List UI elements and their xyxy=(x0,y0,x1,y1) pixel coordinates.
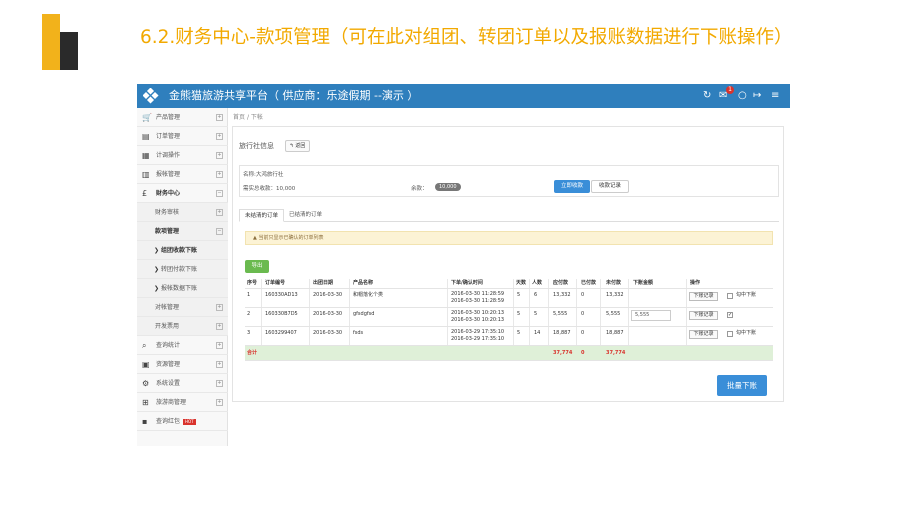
total-receivable: 需实总收款：10,000 xyxy=(243,186,296,192)
sidebar-item-reports[interactable]: ▥ 报帐管理 + xyxy=(137,165,228,184)
plan-icon: ▦ xyxy=(142,151,150,160)
resource-icon: ▣ xyxy=(142,360,150,369)
warning-alert: ▲ 当前只显示已确认的订单列表 xyxy=(245,231,773,245)
collapse-icon[interactable]: − xyxy=(216,228,223,235)
chevron-right-icon: ❯ xyxy=(154,285,160,292)
write-off-record-button[interactable]: 下账记录 xyxy=(689,292,718,301)
write-off-record-button[interactable]: 下账记录 xyxy=(689,311,718,320)
write-off-record-button[interactable]: 下账记录 xyxy=(689,330,718,339)
expand-icon[interactable]: + xyxy=(216,361,223,368)
app-window: 金熊猫旅游共享平台（ 供应商：乐途假期 --演示 ） ↻ ✉ 1 ○ ↦ ≡ 🛒… xyxy=(137,84,790,446)
app-title: 金熊猫旅游共享平台（ 供应商：乐途假期 --演示 ） xyxy=(169,89,419,102)
expand-icon[interactable]: + xyxy=(216,133,223,140)
sidebar-item-query-stats[interactable]: ⌕ 查询统计 + xyxy=(137,336,228,355)
expand-icon[interactable]: + xyxy=(216,209,223,216)
slide-logo-black xyxy=(60,32,78,70)
table-header: 序号 订单编号 出团日期 产品名称 下单/确认时间 天数 人数 应付款 已付款 … xyxy=(245,279,773,289)
order-icon: ▤ xyxy=(142,132,150,141)
write-off-checkbox[interactable] xyxy=(727,331,733,337)
sidebar-item-group-receipt[interactable]: ❯ 组团收款下账 xyxy=(137,241,228,260)
sidebar-item-agency-management[interactable]: ⊞ 旅游商管理 + xyxy=(137,393,228,412)
sidebar-item-system-settings[interactable]: ⚙ 系统设置 + xyxy=(137,374,228,393)
balance-badge: 10,000 xyxy=(435,183,461,191)
write-off-checkbox[interactable]: ✓ xyxy=(727,312,733,318)
table-row: 1 160330AD13 2016-03-30 和帽落化个类 2016-03-3… xyxy=(245,289,773,308)
settings-icon: ⚙ xyxy=(142,379,150,388)
expand-icon[interactable]: + xyxy=(216,152,223,159)
expand-icon[interactable]: + xyxy=(216,399,223,406)
table-row: 2 160330B7D5 2016-03-30 gfsdgfsd 2016-03… xyxy=(245,308,773,327)
expand-icon[interactable]: + xyxy=(216,342,223,349)
back-arrow-icon: ↰ xyxy=(289,143,294,149)
top-bar: 金熊猫旅游共享平台（ 供应商：乐途假期 --演示 ） ↻ ✉ 1 ○ ↦ ≡ xyxy=(137,84,790,108)
warning-icon: ▲ xyxy=(253,235,257,241)
balance-label: 余款： xyxy=(411,186,428,192)
expand-icon[interactable]: + xyxy=(216,114,223,121)
expand-icon[interactable]: + xyxy=(216,323,223,330)
sidebar-item-transfer-payment[interactable]: ❯ 转团付款下账 xyxy=(137,260,228,279)
write-off-amount-input[interactable]: 5,555 xyxy=(631,310,671,321)
sidebar-item-invoice[interactable]: 开发票用 + xyxy=(137,317,228,336)
expand-icon[interactable]: + xyxy=(216,171,223,178)
back-button[interactable]: ↰ 返回 xyxy=(285,140,310,152)
chevron-right-icon: ❯ xyxy=(154,247,160,254)
tab-settled[interactable]: 已结清的订单 xyxy=(284,209,327,222)
hot-badge: HOT xyxy=(183,418,196,425)
receive-now-button[interactable]: 立即收款 xyxy=(554,180,590,193)
sidebar-item-resources[interactable]: ▣ 资源管理 + xyxy=(137,355,228,374)
orders-table: 序号 订单编号 出团日期 产品名称 下单/确认时间 天数 人数 应付款 已付款 … xyxy=(245,279,773,367)
brand-logo-icon xyxy=(143,88,159,104)
sidebar-item-report-data[interactable]: ❯ 报帐数据下账 xyxy=(137,279,228,298)
slide-title: 6.2.财务中心-款项管理（可在此对组团、转团订单以及报账数据进行下账操作） xyxy=(140,27,793,48)
main-panel: 旅行社信息 ↰ 返回 名称:大鸿旅行社 需实总收款：10,000 余款： 10,… xyxy=(232,126,784,402)
breadcrumb-current: 下帐 xyxy=(250,114,263,121)
table-row: 3 1603299407 2016-03-30 fsds 2016-03-29 … xyxy=(245,327,773,346)
tab-unsettled[interactable]: 未结清的订单 xyxy=(239,209,285,222)
breadcrumb-home[interactable]: 首页 xyxy=(233,114,245,121)
cart-icon: 🛒 xyxy=(142,113,152,122)
chat-icon[interactable]: ○ xyxy=(738,89,747,103)
sidebar: 🛒 产品管理 + ▤ 订单管理 + ▦ 计调操作 + ▥ 报帐管理 + £ 财务… xyxy=(137,108,228,446)
panel-title: 旅行社信息 xyxy=(239,142,274,150)
sidebar-item-finance[interactable]: £ 财务中心 − xyxy=(137,184,228,203)
search-icon: ⌕ xyxy=(142,341,147,350)
logout-icon[interactable]: ↦ xyxy=(753,89,761,103)
sidebar-item-orders[interactable]: ▤ 订单管理 + xyxy=(137,127,228,146)
refresh-icon[interactable]: ↻ xyxy=(703,89,711,103)
receipt-records-button[interactable]: 收款记录 xyxy=(591,180,629,193)
sidebar-item-finance-audit[interactable]: 财务审核 + xyxy=(137,203,228,222)
sidebar-item-payment-management[interactable]: 款项管理 − xyxy=(137,222,228,241)
sidebar-item-planning[interactable]: ▦ 计调操作 + xyxy=(137,146,228,165)
agency-name: 名称:大鸿旅行社 xyxy=(243,172,284,178)
breadcrumb: 首页 / 下帐 xyxy=(233,114,263,121)
table-total-row: 合计 37,774 0 37,774 xyxy=(245,346,773,361)
expand-icon[interactable]: + xyxy=(216,380,223,387)
notification-badge: 1 xyxy=(726,86,734,94)
menu-icon[interactable]: ≡ xyxy=(771,89,779,103)
write-off-checkbox[interactable] xyxy=(727,293,733,299)
order-tabs: 未结清的订单 已结清的订单 xyxy=(239,209,779,222)
export-button[interactable]: 导出 xyxy=(245,260,269,273)
sidebar-item-products[interactable]: 🛒 产品管理 + xyxy=(137,108,228,127)
collapse-icon[interactable]: − xyxy=(216,190,223,197)
sidebar-item-red-packet[interactable]: ▪ 查询红包 HOT xyxy=(137,412,228,431)
sidebar-item-reconciliation[interactable]: 对帐管理 + xyxy=(137,298,228,317)
grid-icon: ▪ xyxy=(142,417,148,426)
batch-write-off-button[interactable]: 批量下账 xyxy=(717,375,767,396)
chevron-right-icon: ❯ xyxy=(154,266,160,273)
expand-icon[interactable]: + xyxy=(216,304,223,311)
slide-logo-yellow xyxy=(42,14,60,70)
agency-info-box: 名称:大鸿旅行社 需实总收款：10,000 余款： 10,000 立即收款 收款… xyxy=(239,165,779,197)
report-icon: ▥ xyxy=(142,170,150,179)
pound-icon: £ xyxy=(142,189,148,198)
agency-icon: ⊞ xyxy=(142,398,149,407)
